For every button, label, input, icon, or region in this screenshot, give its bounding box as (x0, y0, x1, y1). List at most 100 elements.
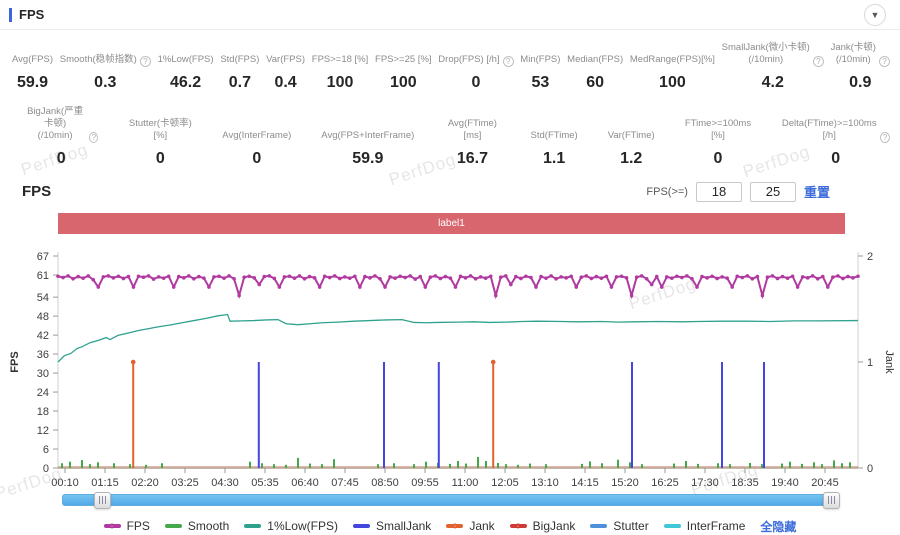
stat-r1-cell-9: Min(FPS)53 (520, 54, 560, 91)
fps-point (579, 275, 583, 279)
stat-value: 0 (831, 150, 840, 168)
stat-value: 4.2 (762, 74, 784, 92)
info-icon[interactable]: ? (879, 56, 890, 67)
fps-point (504, 274, 508, 278)
info-icon[interactable]: ? (880, 132, 890, 143)
smooth-bar (97, 462, 99, 468)
smooth-bar (505, 464, 507, 468)
fps-point (418, 274, 422, 278)
stat-label: Jank(卡顿) (/10min)? (831, 42, 890, 67)
fps-point (720, 275, 724, 279)
y-tick-label: 54 (37, 292, 49, 304)
jank-spike-cap (491, 359, 496, 364)
panel-title: FPS (19, 7, 44, 22)
fps-point (283, 275, 287, 279)
fps-point (222, 276, 226, 280)
stat-value: 46.2 (170, 74, 201, 92)
legend-item-smalljank[interactable]: SmallJank (353, 519, 431, 533)
legend-marker (446, 524, 463, 528)
fps-point (569, 274, 573, 278)
stat-label: Smooth(稳帧指数)? (60, 54, 151, 66)
fps-point (710, 274, 714, 278)
fps-point (605, 274, 609, 278)
info-icon[interactable]: ? (140, 56, 151, 67)
smooth-bar (849, 462, 851, 468)
y2-tick-label: 0 (867, 463, 873, 475)
smooth-bar (61, 463, 63, 468)
collapse-button[interactable]: ▼ (864, 4, 886, 26)
scrollbar-right-handle[interactable] (823, 492, 840, 509)
fps-point (61, 275, 65, 279)
fps-point (127, 274, 131, 278)
fps-jank-chart[interactable]: 6761544842363024181260210FPSJank00:1001:… (0, 238, 900, 488)
legend-label: Stutter (613, 519, 648, 533)
stat-label: Min(FPS) (520, 54, 560, 66)
hide-all-link[interactable]: 全隐藏 (760, 518, 796, 535)
legend-item-1-low-fps-[interactable]: 1%Low(FPS) (244, 519, 338, 533)
info-icon[interactable]: ? (89, 132, 98, 143)
legend-item-fps[interactable]: FPS (104, 519, 150, 533)
fps-threshold-input-1[interactable] (696, 182, 742, 202)
legend-item-stutter[interactable]: Stutter (590, 519, 648, 533)
fps-point (157, 275, 161, 279)
legend-item-jank[interactable]: Jank (446, 519, 494, 533)
stat-label: Delta(FTime)>=100ms [/h]? (781, 118, 890, 143)
fps-point (640, 274, 644, 278)
fps-point (816, 277, 820, 281)
smooth-bar (285, 465, 287, 468)
fps-point (856, 274, 860, 278)
low-fps-line (58, 314, 858, 361)
x-tick-label: 02:20 (131, 477, 159, 488)
y-tick-label: 0 (43, 463, 49, 475)
fps-point (559, 275, 563, 279)
fps-point (107, 274, 111, 278)
legend-item-interframe[interactable]: InterFrame (664, 519, 746, 533)
x-tick-label: 14:15 (571, 477, 599, 488)
info-icon[interactable]: ? (503, 56, 514, 67)
fps-point (740, 275, 744, 279)
fps-point (257, 282, 261, 286)
smooth-bar (393, 463, 395, 468)
smooth-bar (81, 460, 83, 468)
scrollbar-left-handle[interactable] (94, 492, 111, 509)
chart-label-bar: label1 (58, 213, 845, 234)
fps-point (831, 275, 835, 279)
fps-point (534, 285, 538, 289)
stat-r1-cell-3: 1%Low(FPS)46.2 (158, 54, 214, 91)
fps-point (514, 274, 518, 278)
fps-point (700, 274, 704, 278)
fps-threshold-input-2[interactable] (750, 182, 796, 202)
fps-point (197, 274, 201, 278)
info-icon[interactable]: ? (813, 56, 824, 67)
smooth-bar (333, 459, 335, 468)
stat-value: 59.9 (17, 74, 48, 92)
stat-label: Std(FPS) (220, 54, 259, 66)
smooth-bar (589, 461, 591, 468)
fps-point (172, 285, 176, 289)
fps-point (725, 276, 729, 280)
x-tick-label: 17:30 (691, 477, 719, 488)
stat-value: 0 (471, 74, 480, 92)
stat-label: FPS>=25 [%] (375, 54, 432, 66)
x-tick-label: 03:25 (171, 477, 199, 488)
stat-label: Std(FTime) (531, 130, 578, 142)
scrollbar-track[interactable] (62, 494, 838, 506)
smooth-bar (781, 463, 783, 467)
legend-item-bigjank[interactable]: BigJank (510, 519, 576, 533)
fps-point (670, 276, 674, 280)
fps-point (383, 285, 387, 289)
fps-point (388, 275, 392, 279)
fps-point (454, 285, 458, 289)
fps-point (434, 274, 438, 278)
fps-point (444, 274, 448, 278)
legend-label: Smooth (188, 519, 229, 533)
smooth-bar (629, 462, 631, 468)
fps-point (122, 276, 126, 280)
reset-link[interactable]: 重置 (804, 182, 830, 201)
fps-point (373, 274, 377, 278)
smooth-bar (497, 463, 499, 468)
legend-item-smooth[interactable]: Smooth (165, 519, 229, 533)
fps-point (851, 276, 855, 280)
y-tick-label: 30 (37, 368, 49, 380)
smooth-bar (841, 463, 843, 468)
